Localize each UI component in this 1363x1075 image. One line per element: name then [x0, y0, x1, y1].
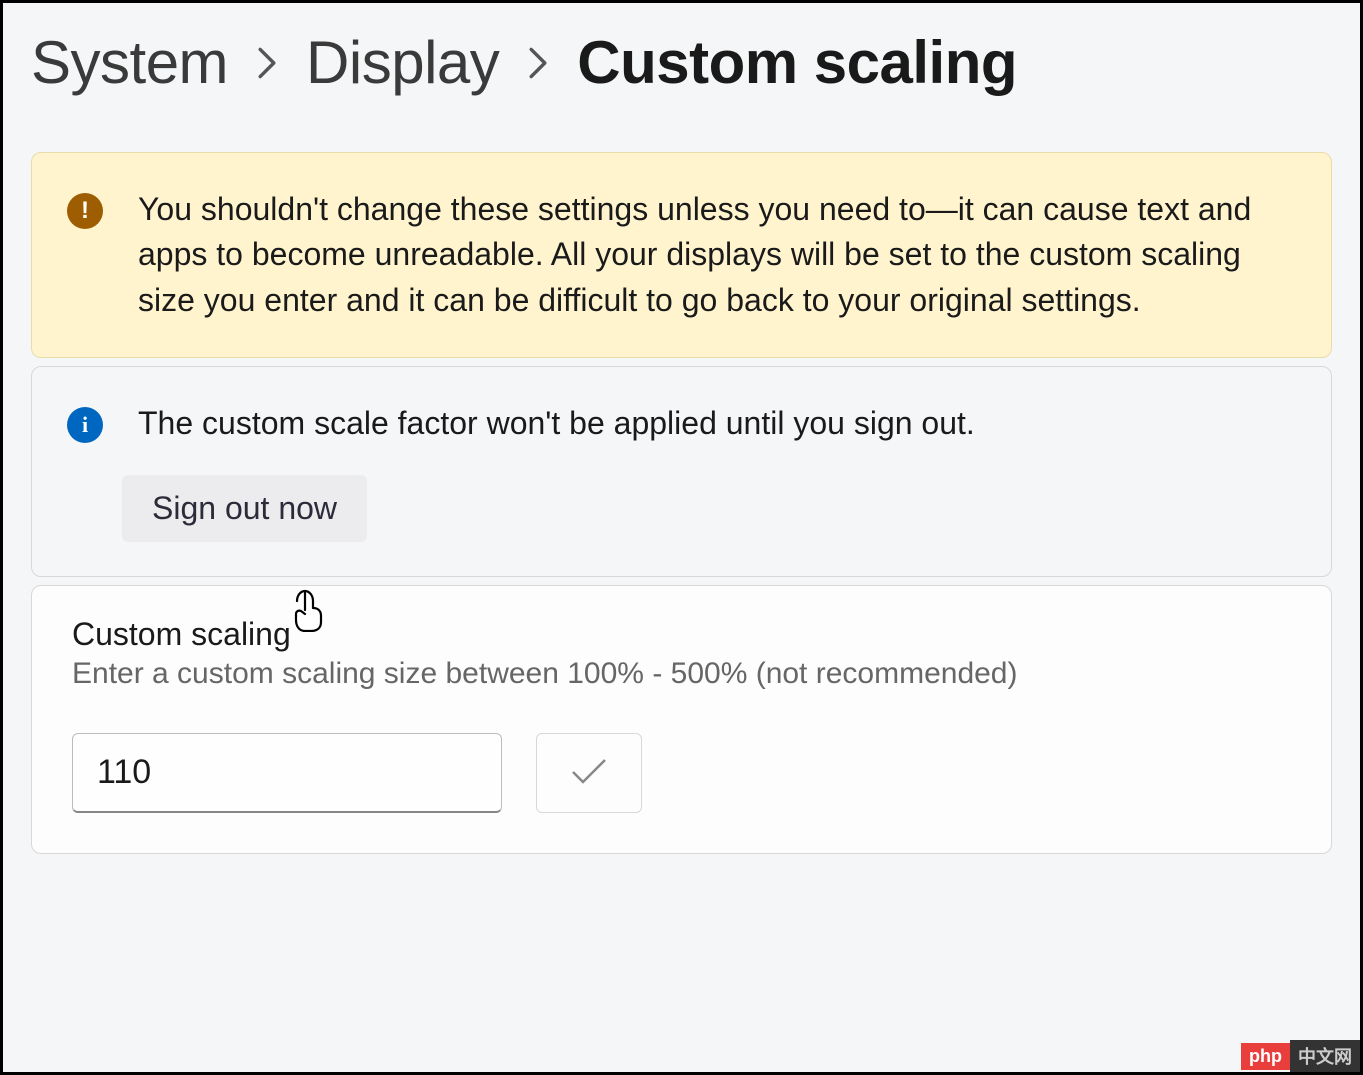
breadcrumb-display[interactable]: Display: [306, 28, 499, 97]
breadcrumb-system[interactable]: System: [31, 28, 228, 97]
page-title: Custom scaling: [577, 28, 1017, 97]
warning-banner: ! You shouldn't change these settings un…: [31, 152, 1332, 358]
setting-title: Custom scaling: [72, 616, 1291, 653]
info-icon: i: [67, 407, 103, 443]
scale-input[interactable]: [72, 733, 502, 813]
info-banner: i The custom scale factor won't be appli…: [31, 366, 1332, 576]
warning-icon: !: [67, 193, 103, 229]
sign-out-button[interactable]: Sign out now: [122, 475, 367, 542]
watermark: php 中文网: [1241, 1040, 1360, 1072]
apply-button[interactable]: [536, 733, 642, 813]
setting-description: Enter a custom scaling size between 100%…: [72, 657, 1291, 691]
watermark-left: php: [1241, 1043, 1290, 1070]
chevron-right-icon: [256, 46, 278, 80]
info-text: The custom scale factor won't be applied…: [138, 401, 975, 446]
warning-text: You shouldn't change these settings unle…: [138, 187, 1291, 323]
checkmark-icon: [569, 755, 609, 790]
chevron-right-icon: [527, 46, 549, 80]
breadcrumb: System Display Custom scaling: [31, 28, 1332, 97]
custom-scaling-setting: Custom scaling Enter a custom scaling si…: [31, 585, 1332, 854]
watermark-right: 中文网: [1290, 1040, 1360, 1072]
